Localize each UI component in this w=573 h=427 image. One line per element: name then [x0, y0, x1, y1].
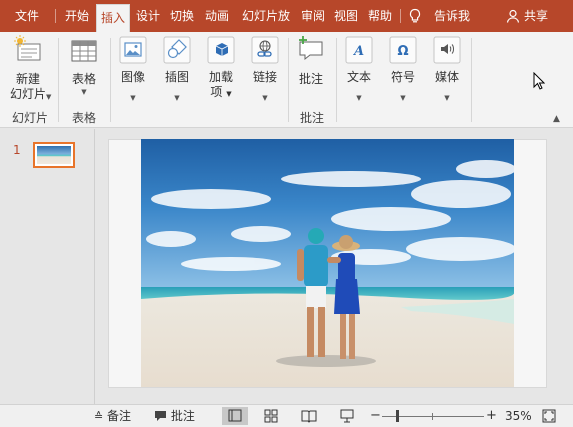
slideshow-button[interactable]: [334, 407, 360, 425]
table-button[interactable]: 表格 ▼: [64, 32, 104, 97]
fit-to-window-icon[interactable]: [542, 409, 556, 423]
comment-button[interactable]: 批注: [293, 32, 329, 87]
addins-button[interactable]: 加载 项 ▼: [202, 32, 240, 102]
media-button[interactable]: 媒体 ▼: [428, 32, 466, 103]
normal-view-button[interactable]: [222, 407, 248, 425]
chevron-down-icon: ▼: [130, 94, 136, 102]
tab-divider: [400, 9, 401, 23]
slide-sorter-button[interactable]: [258, 407, 284, 425]
illustration-label: 插图: [164, 70, 189, 84]
new-slide-dropdown-arrow[interactable]: ▼: [46, 93, 51, 101]
presentation-icon: [340, 409, 354, 423]
new-slide-icon: [14, 35, 41, 61]
image-icon: [119, 36, 147, 64]
chevron-down-icon: ▼: [400, 94, 406, 102]
tab-insert[interactable]: 插入: [96, 4, 130, 32]
zoom-in-button[interactable]: +: [486, 405, 497, 427]
tab-divider: [55, 9, 56, 23]
notes-icon: ≙: [94, 410, 104, 423]
svg-text:Ω: Ω: [397, 44, 408, 59]
ribbon-tab-bar: 文件 开始 插入 设计 切换 动画 幻灯片放 审阅 视图 帮助 告诉我 共享: [0, 0, 573, 32]
tab-design[interactable]: 设计: [133, 0, 163, 32]
text-button[interactable]: A 文本 ▼: [340, 32, 378, 103]
ribbon-insert: 新建 幻灯片 ▼ 幻灯片 表格 ▼ 表格 图像 ▼ 插图 ▼ 加载 项 ▼ 链接…: [0, 32, 573, 128]
share-button[interactable]: 共享: [524, 0, 548, 32]
new-slide-button[interactable]: 新建 幻灯片: [5, 32, 51, 102]
tab-home[interactable]: 开始: [60, 0, 94, 32]
tab-animations[interactable]: 动画: [201, 0, 233, 32]
comments-button[interactable]: 批注: [154, 405, 195, 427]
symbol-label: 符号: [390, 70, 415, 84]
group-label-tables: 表格: [71, 111, 96, 125]
comment-icon: [155, 411, 166, 421]
table-icon: [71, 40, 97, 62]
symbol-button[interactable]: Ω 符号 ▼: [384, 32, 422, 103]
image-button[interactable]: 图像 ▼: [114, 32, 152, 103]
speaker-icon: [433, 36, 461, 64]
status-bar: ≙ 备注 批注 − + 35%: [0, 404, 573, 427]
svg-text:A: A: [352, 44, 364, 59]
addins-label: 加载: [208, 70, 233, 84]
image-label: 图像: [120, 70, 145, 84]
shapes-icon: [163, 36, 191, 64]
notes-button[interactable]: ≙ 备注: [94, 405, 131, 427]
grid-view-icon: [264, 409, 278, 423]
chevron-down-icon: ▼: [81, 88, 87, 96]
tab-transitions[interactable]: 切换: [166, 0, 198, 32]
addins-label-2: 项 ▼: [210, 85, 232, 99]
zoom-level[interactable]: 35%: [505, 405, 532, 427]
slide-editing-area: [96, 129, 573, 404]
tab-file[interactable]: 文件: [10, 0, 44, 32]
illustration-button[interactable]: 插图 ▼: [158, 32, 196, 103]
group-divider: [288, 38, 289, 122]
book-icon: [301, 410, 317, 423]
group-divider: [58, 38, 59, 122]
chevron-down-icon: ▼: [444, 94, 450, 102]
chevron-down-icon: ▼: [174, 94, 180, 102]
table-label: 表格: [71, 72, 96, 86]
lightbulb-icon[interactable]: [407, 8, 423, 24]
comment-icon: [299, 36, 323, 61]
zoom-slider-center-tick: [432, 413, 433, 420]
reading-view-button[interactable]: [296, 407, 322, 425]
group-label-comments: 批注: [299, 111, 324, 125]
slide-thumbnail[interactable]: [33, 142, 75, 168]
group-divider: [471, 38, 472, 122]
addin-cube-icon: [207, 36, 235, 64]
new-slide-label-2: 幻灯片: [9, 87, 46, 101]
zoom-slider-handle[interactable]: [396, 410, 399, 422]
chevron-down-icon: ▼: [356, 94, 362, 102]
person-icon[interactable]: [506, 9, 520, 23]
comment-label: 批注: [298, 72, 323, 86]
slide-number: 1: [13, 143, 21, 157]
slide-thumbnail-image: [37, 146, 71, 164]
tab-slideshow[interactable]: 幻灯片放: [236, 0, 296, 32]
group-divider: [110, 38, 111, 122]
link-icon: [251, 36, 279, 64]
zoom-out-button[interactable]: −: [370, 405, 381, 427]
beach-photo[interactable]: [141, 139, 514, 387]
mouse-cursor-icon: [533, 72, 545, 90]
normal-view-icon: [228, 409, 242, 422]
text-label: 文本: [346, 70, 371, 84]
link-label: 链接: [252, 70, 277, 84]
slide-thumbnail-pane: 1: [0, 129, 95, 404]
tab-review[interactable]: 审阅: [298, 0, 328, 32]
chevron-down-icon: ▼: [262, 94, 268, 102]
media-label: 媒体: [434, 70, 459, 84]
new-slide-label: 新建: [15, 72, 40, 86]
group-divider: [336, 38, 337, 122]
omega-icon: Ω: [389, 36, 417, 64]
tab-view[interactable]: 视图: [331, 0, 361, 32]
group-label-slides: 幻灯片: [11, 111, 48, 125]
tell-me-search[interactable]: 告诉我: [434, 0, 470, 32]
collapse-ribbon-icon[interactable]: ▲: [553, 114, 560, 124]
text-box-icon: A: [345, 36, 373, 64]
link-button[interactable]: 链接 ▼: [246, 32, 284, 103]
tab-help[interactable]: 帮助: [364, 0, 396, 32]
